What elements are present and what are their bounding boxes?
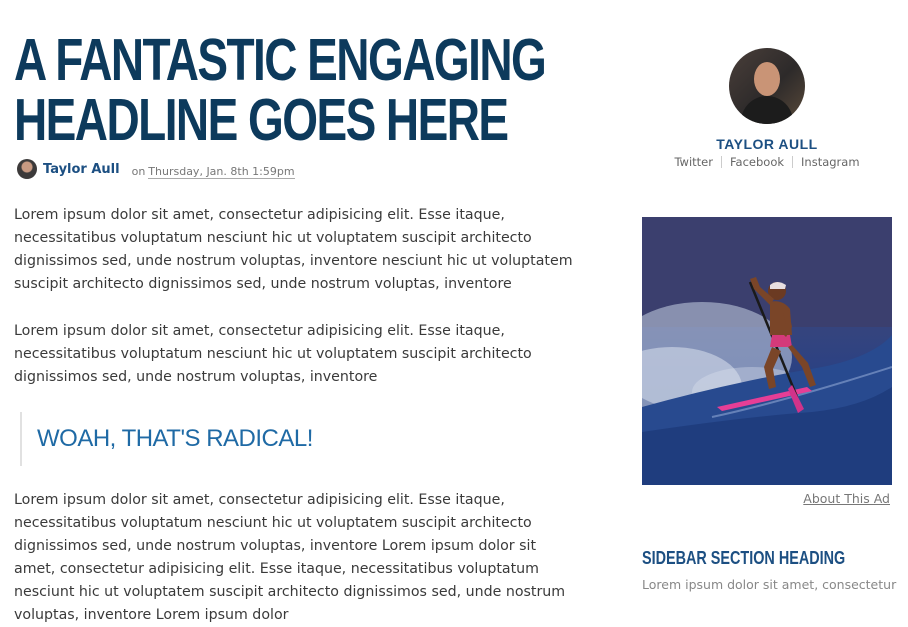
sidebar-section-heading: SIDEBAR SECTION HEADING [642,548,846,568]
divider [792,156,794,168]
surfer-photo [642,217,892,485]
byline-date: Thursday, Jan. 8th 1:59pm [148,164,295,179]
ad-image[interactable] [642,217,892,485]
article-paragraph: Lorem ipsum dolor sit amet, consectetur … [14,492,566,623]
divider [720,156,722,168]
article-main: A FANTASTIC ENGAGING HEADLINE GOES HERE … [14,30,579,627]
byline-author-link[interactable]: Taylor Aull [43,162,120,177]
about-this-ad-link[interactable]: About This Ad [803,491,890,506]
author-name-link[interactable]: TAYLOR AULL [642,136,892,152]
headline-line-1: A FANTASTIC ENGAGING [14,27,547,93]
article-byline: Taylor Aull on Thursday, Jan. 8th 1:59pm [14,158,579,180]
article-paragraph: Lorem ipsum dolor sit amet, consectetur … [14,323,532,385]
instagram-link[interactable]: Instagram [801,155,860,169]
twitter-link[interactable]: Twitter [674,155,713,169]
headline-line-2: HEADLINE GOES HERE [14,87,509,153]
author-card: TAYLOR AULL Twitter Facebook Instagram [642,48,892,169]
author-thumbnail [17,159,37,179]
author-avatar[interactable] [729,48,805,124]
social-links: Twitter Facebook Instagram [642,155,892,169]
pull-quote: WOAH, THAT'S RADICAL! [20,412,579,466]
facebook-link[interactable]: Facebook [730,155,784,169]
article-headline: A FANTASTIC ENGAGING HEADLINE GOES HERE [14,30,547,150]
sidebar-section-text: Lorem ipsum dolor sit amet, consectetur [642,577,897,592]
byline-date-prefix: on [131,164,146,178]
article-paragraph: Lorem ipsum dolor sit amet, consectetur … [14,207,573,292]
